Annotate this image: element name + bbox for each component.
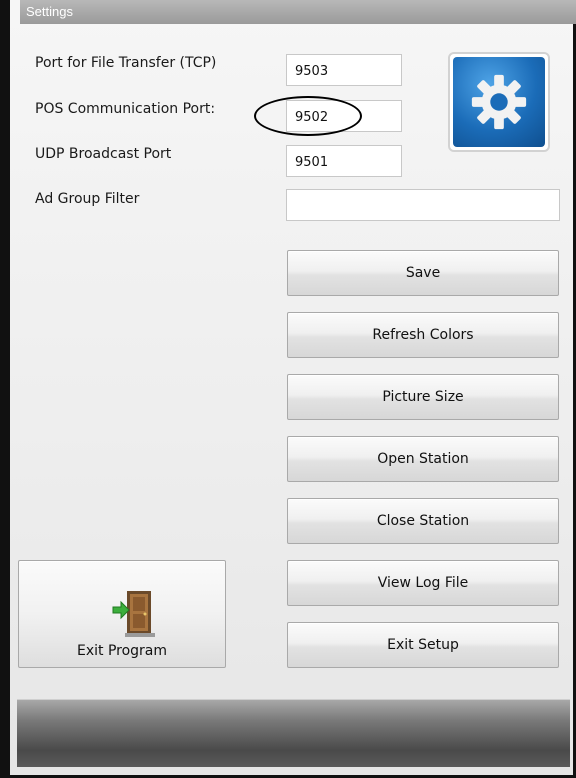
ad-group-filter-label: Ad Group Filter: [35, 191, 140, 207]
open-station-button[interactable]: Open Station: [287, 436, 559, 482]
save-button[interactable]: Save: [287, 250, 559, 296]
close-station-button[interactable]: Close Station: [287, 498, 559, 544]
refresh-colors-button[interactable]: Refresh Colors: [287, 312, 559, 358]
door-exit-icon: [112, 591, 155, 637]
exit-setup-button[interactable]: Exit Setup: [287, 622, 559, 668]
title-bar: Settings: [20, 0, 576, 24]
status-bar: [17, 699, 570, 767]
pos-comm-port-label: POS Communication Port:: [35, 101, 216, 117]
file-transfer-port-label: Port for File Transfer (TCP): [35, 55, 217, 71]
exit-program-label: Exit Program: [76, 643, 168, 659]
file-transfer-port-input[interactable]: 9503: [286, 54, 402, 86]
view-log-file-button[interactable]: View Log File: [287, 560, 559, 606]
exit-program-button[interactable]: Exit Program: [18, 560, 226, 668]
gear-icon: [471, 74, 527, 130]
settings-gear-tile: [448, 52, 550, 152]
picture-size-button[interactable]: Picture Size: [287, 374, 559, 420]
udp-broadcast-port-input[interactable]: 9501: [286, 145, 402, 177]
udp-broadcast-port-label: UDP Broadcast Port: [35, 146, 172, 162]
ad-group-filter-input[interactable]: [286, 189, 560, 221]
window-title: Settings: [26, 4, 73, 19]
highlight-circle: [254, 96, 362, 136]
